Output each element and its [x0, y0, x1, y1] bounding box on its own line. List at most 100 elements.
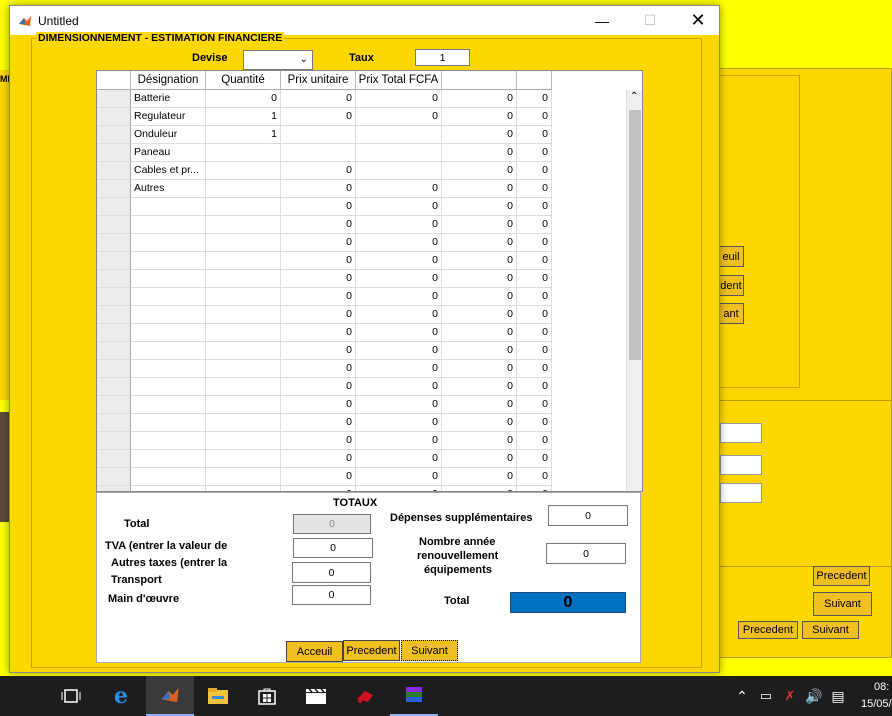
row-header[interactable] [97, 432, 131, 450]
table-cell[interactable]: 0 [442, 432, 517, 450]
row-header[interactable] [97, 288, 131, 306]
row-header[interactable] [97, 108, 131, 126]
table-cell[interactable] [206, 144, 281, 162]
table-cell[interactable]: 0 [281, 288, 356, 306]
table-cell[interactable]: 0 [442, 396, 517, 414]
table-cell[interactable] [131, 288, 206, 306]
table-row[interactable]: Cables et pr... 0 0 0 [97, 162, 627, 180]
row-header[interactable] [97, 126, 131, 144]
bg-suivant-button-2[interactable]: Suivant [813, 592, 872, 616]
row-header[interactable] [97, 198, 131, 216]
minimize-icon[interactable]: — [579, 6, 625, 35]
table-cell[interactable]: 0 [442, 324, 517, 342]
table-cell[interactable]: 0 [281, 414, 356, 432]
table-cell[interactable] [281, 144, 356, 162]
table-cell[interactable] [131, 468, 206, 486]
table-cell[interactable]: 0 [281, 450, 356, 468]
table-cell[interactable]: 0 [442, 180, 517, 198]
row-header[interactable] [97, 396, 131, 414]
chevron-up-icon[interactable]: ⌃ [730, 676, 754, 716]
table-cell[interactable]: Regulateur [131, 108, 206, 126]
bg-precedent-button-2[interactable]: Precedent [813, 566, 870, 586]
table-row[interactable]: 0000 [97, 396, 627, 414]
network-icon[interactable]: ✗ [778, 676, 802, 716]
table-cell[interactable] [206, 432, 281, 450]
table-cell[interactable]: 0 [206, 90, 281, 108]
main-oeuvre-input[interactable]: 0 [292, 585, 371, 605]
table-cell[interactable] [131, 216, 206, 234]
table-cell[interactable] [131, 378, 206, 396]
table-row[interactable]: Batterie 0 0 0 0 0 [97, 90, 627, 108]
table-cell[interactable]: 0 [356, 306, 442, 324]
table-cell[interactable]: 0 [442, 108, 517, 126]
table-cell[interactable]: 0 [281, 234, 356, 252]
matlab-icon[interactable] [146, 676, 194, 716]
row-header[interactable] [97, 234, 131, 252]
bg-field-3[interactable] [720, 483, 762, 503]
table-cell[interactable]: 0 [356, 378, 442, 396]
column-header[interactable] [517, 71, 552, 90]
row-header[interactable] [97, 414, 131, 432]
table-cell[interactable]: 0 [442, 198, 517, 216]
table-cell[interactable]: 0 [442, 216, 517, 234]
table-row[interactable]: 0000 [97, 288, 627, 306]
table-cell[interactable]: Autres [131, 180, 206, 198]
table-row[interactable]: 0000 [97, 216, 627, 234]
table-cell[interactable]: 0 [281, 360, 356, 378]
table-cell[interactable]: 0 [356, 468, 442, 486]
table-cell[interactable]: 0 [517, 108, 552, 126]
table-row[interactable]: Onduleur 1 0 0 [97, 126, 627, 144]
table-cell[interactable] [131, 450, 206, 468]
table-cell[interactable]: Paneau [131, 144, 206, 162]
table-cell[interactable]: 0 [517, 306, 552, 324]
row-header[interactable] [97, 162, 131, 180]
suivant-button[interactable]: Suivant [401, 640, 458, 661]
table-cell[interactable]: 0 [281, 198, 356, 216]
table-cell[interactable] [131, 324, 206, 342]
edge-icon[interactable]: e [97, 676, 145, 716]
table-cell[interactable] [131, 432, 206, 450]
table-cell[interactable] [206, 216, 281, 234]
table-row[interactable]: 0000 [97, 270, 627, 288]
table-cell[interactable]: Onduleur [131, 126, 206, 144]
table-row[interactable]: 0000 [97, 324, 627, 342]
row-header[interactable] [97, 324, 131, 342]
table-cell[interactable]: Batterie [131, 90, 206, 108]
table-cell[interactable] [206, 378, 281, 396]
bg-field-2[interactable] [720, 455, 762, 475]
table-cell[interactable]: 0 [517, 468, 552, 486]
table-cell[interactable] [131, 252, 206, 270]
table-cell[interactable] [206, 396, 281, 414]
table-cell[interactable]: 0 [517, 342, 552, 360]
row-header[interactable] [97, 360, 131, 378]
table-cell[interactable]: 0 [517, 144, 552, 162]
table-cell[interactable] [206, 180, 281, 198]
table-cell[interactable] [206, 468, 281, 486]
notification-icon[interactable]: ▤ [826, 676, 850, 716]
nombre-annee-input[interactable]: 0 [546, 543, 626, 564]
clock-time[interactable]: 08: [874, 681, 889, 693]
table-cell[interactable]: 0 [356, 396, 442, 414]
table-cell[interactable] [131, 396, 206, 414]
column-header[interactable]: Désignation [131, 71, 206, 90]
table-cell[interactable]: 0 [356, 234, 442, 252]
table-cell[interactable]: 0 [517, 216, 552, 234]
column-header[interactable]: Prix unitaire [281, 71, 356, 90]
table-row[interactable]: 0000 [97, 414, 627, 432]
table-cell[interactable]: 0 [517, 360, 552, 378]
table-cell[interactable]: 0 [442, 144, 517, 162]
table-cell[interactable] [206, 450, 281, 468]
table-cell[interactable]: 0 [281, 108, 356, 126]
table-cell[interactable]: 0 [442, 378, 517, 396]
table-row[interactable]: 0000 [97, 450, 627, 468]
table-cell[interactable]: 0 [356, 288, 442, 306]
column-header[interactable]: Prix Total FCFA [356, 71, 442, 90]
winrar-icon[interactable] [390, 676, 438, 716]
table-cell[interactable]: 0 [281, 396, 356, 414]
acceuil-button[interactable]: Acceuil [286, 641, 343, 662]
table-cell[interactable]: 0 [442, 270, 517, 288]
table-cell[interactable] [206, 342, 281, 360]
table-cell[interactable]: 0 [356, 180, 442, 198]
table-row[interactable]: 0000 [97, 234, 627, 252]
table-cell[interactable]: Cables et pr... [131, 162, 206, 180]
